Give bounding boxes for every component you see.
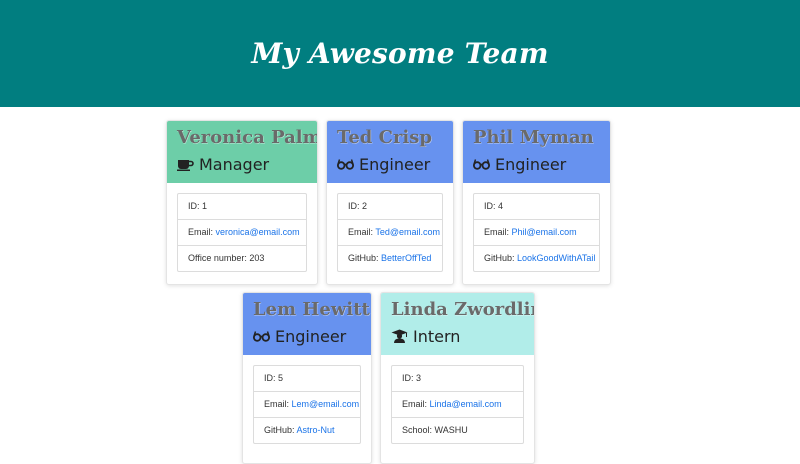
- coffee-icon: [177, 160, 194, 171]
- graduate-icon: [391, 329, 408, 343]
- employee-role: Engineer: [337, 151, 443, 177]
- employee-id: ID: 5: [254, 366, 360, 392]
- school: School: WASHU: [402, 425, 468, 435]
- employee-name: Linda Zwordling: [391, 299, 534, 320]
- employee-email: Email: veronica@email.com: [178, 220, 306, 246]
- role-label: Intern: [413, 326, 461, 346]
- card-header: Veronica Palmer Manager: [167, 121, 317, 183]
- email-link[interactable]: Phil@email.com: [512, 227, 577, 237]
- employee-card-intern: Linda Zwordling Intern ID: 3 Email: Lind…: [380, 292, 535, 464]
- card-header: Lem Hewitt Engineer: [243, 293, 371, 355]
- employee-id: ID: 4: [474, 194, 599, 220]
- employee-name: Lem Hewitt: [253, 299, 370, 320]
- employee-id: ID: 1: [178, 194, 306, 220]
- email-link[interactable]: Lem@email.com: [292, 399, 360, 409]
- employee-card-engineer: Phil Myman Engineer ID: 4 Email: Phil@em…: [462, 120, 611, 285]
- email-link[interactable]: Linda@email.com: [430, 399, 502, 409]
- info-list: ID: 4 Email: Phil@email.com GitHub: Look…: [473, 193, 600, 272]
- info-list: ID: 3 Email: Linda@email.com School: WAS…: [391, 365, 524, 444]
- employee-name: Veronica Palmer: [177, 127, 317, 148]
- github-link[interactable]: BetterOffTed: [381, 253, 431, 263]
- employee-role: Intern: [391, 323, 524, 349]
- card-body: ID: 3 Email: Linda@email.com School: WAS…: [381, 355, 534, 444]
- github: GitHub: BetterOffTed: [348, 253, 432, 263]
- role-label: Engineer: [275, 326, 347, 346]
- employee-role: Manager: [177, 151, 307, 177]
- role-label: Engineer: [495, 154, 567, 174]
- employee-email: Email: Linda@email.com: [392, 392, 523, 418]
- card-body: ID: 5 Email: Lem@email.com GitHub: Astro…: [243, 355, 371, 444]
- employee-role: Engineer: [253, 323, 361, 349]
- card-header: Ted Crisp Engineer: [327, 121, 453, 183]
- page-header: My Awesome Team: [0, 0, 800, 107]
- email-link[interactable]: Ted@email.com: [375, 227, 440, 237]
- employee-email: Email: Lem@email.com: [254, 392, 360, 418]
- employee-card-manager: Veronica Palmer Manager ID: 1 Email: ver…: [166, 120, 318, 285]
- office-number: Office number: 203: [188, 253, 265, 263]
- info-list: ID: 1 Email: veronica@email.com Office n…: [177, 193, 307, 272]
- github: GitHub: LookGoodWithATail: [484, 253, 596, 263]
- page-title: My Awesome Team: [251, 37, 549, 70]
- info-list: ID: 5 Email: Lem@email.com GitHub: Astro…: [253, 365, 361, 444]
- card-header: Linda Zwordling Intern: [381, 293, 534, 355]
- github-link[interactable]: Astro-Nut: [297, 425, 335, 435]
- employee-card-engineer: Lem Hewitt Engineer ID: 5 Email: Lem@ema…: [242, 292, 372, 464]
- github: GitHub: Astro-Nut: [264, 425, 335, 435]
- role-label: Manager: [199, 154, 270, 174]
- card-body: ID: 4 Email: Phil@email.com GitHub: Look…: [463, 183, 610, 272]
- github-link[interactable]: LookGoodWithATail: [517, 253, 595, 263]
- employee-id: ID: 2: [338, 194, 442, 220]
- card-header: Phil Myman Engineer: [463, 121, 610, 183]
- info-list: ID: 2 Email: Ted@email.com GitHub: Bette…: [337, 193, 443, 272]
- employee-name: Ted Crisp: [337, 127, 433, 148]
- employee-name: Phil Myman: [473, 127, 594, 148]
- employee-card-engineer: Ted Crisp Engineer ID: 2 Email: Ted@emai…: [326, 120, 454, 285]
- employee-id: ID: 3: [392, 366, 523, 392]
- card-body: ID: 1 Email: veronica@email.com Office n…: [167, 183, 317, 272]
- employee-role: Engineer: [473, 151, 600, 177]
- role-label: Engineer: [359, 154, 431, 174]
- glasses-icon: [337, 159, 354, 170]
- email-link[interactable]: veronica@email.com: [216, 227, 300, 237]
- employee-email: Email: Phil@email.com: [474, 220, 599, 246]
- card-body: ID: 2 Email: Ted@email.com GitHub: Bette…: [327, 183, 453, 272]
- employee-email: Email: Ted@email.com: [338, 220, 442, 246]
- glasses-icon: [473, 159, 490, 170]
- glasses-icon: [253, 331, 270, 342]
